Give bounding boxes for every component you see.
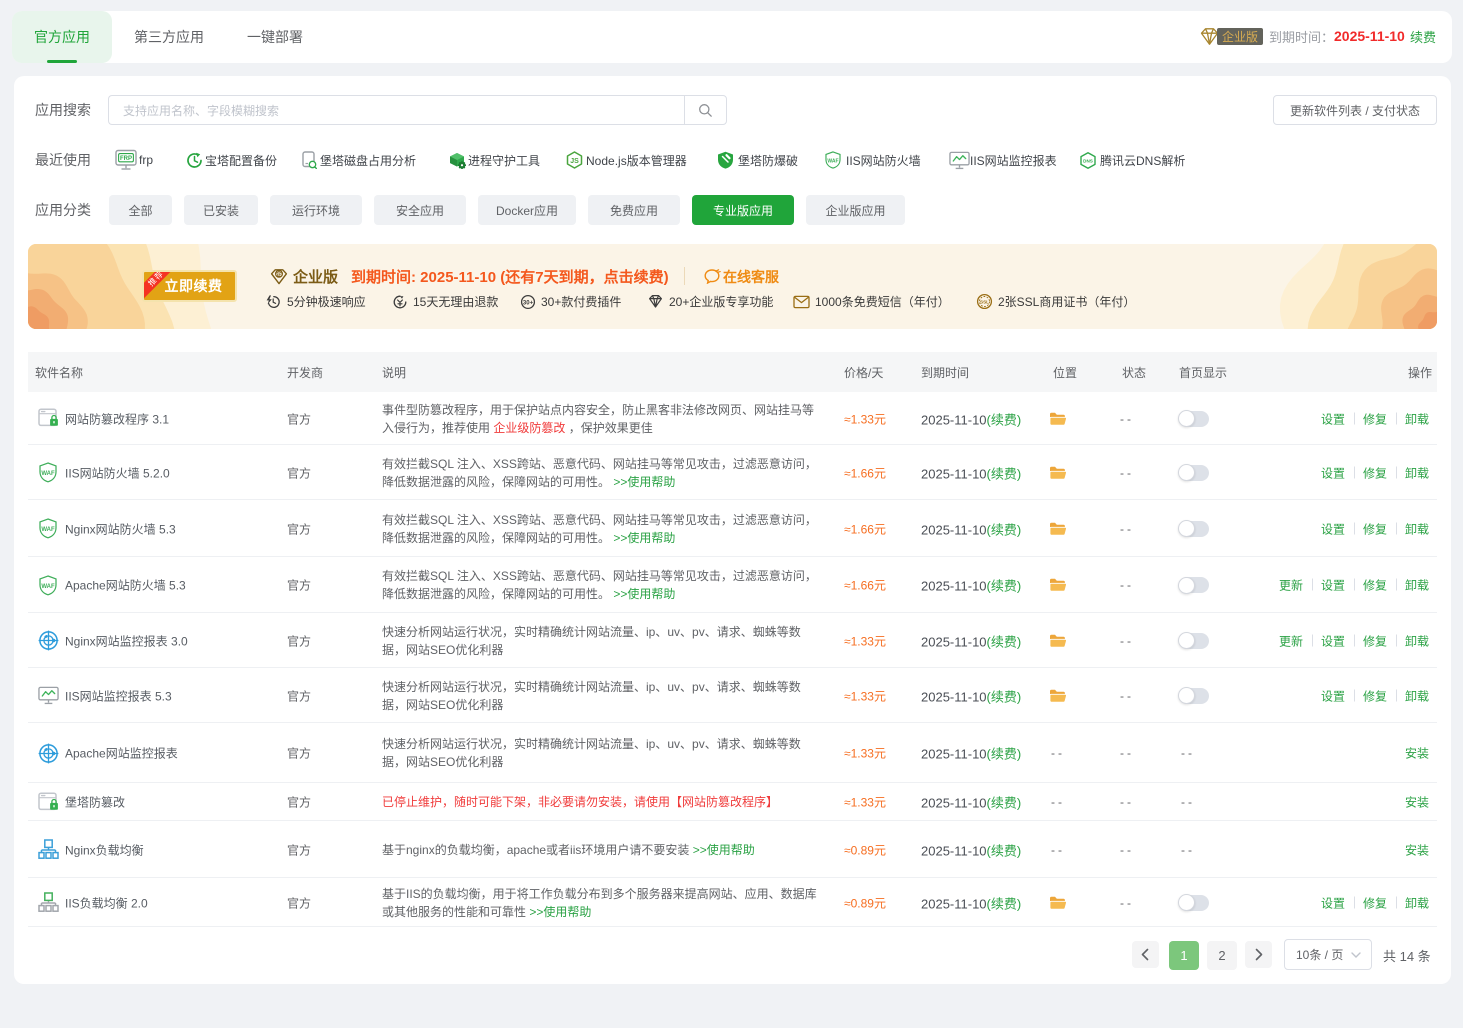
svg-text:WAF: WAF <box>827 158 838 164</box>
svg-text:FRP: FRP <box>120 156 132 162</box>
svg-text:30+: 30+ <box>523 300 534 306</box>
svg-text:SSL: SSL <box>980 300 989 305</box>
svg-text:企: 企 <box>275 270 283 278</box>
svg-text:WAF: WAF <box>41 584 55 590</box>
svg-text:DNS: DNS <box>1083 158 1093 163</box>
svg-text:WAF: WAF <box>41 471 55 477</box>
svg-text:JS: JS <box>570 158 579 165</box>
svg-text:WAF: WAF <box>41 527 55 533</box>
